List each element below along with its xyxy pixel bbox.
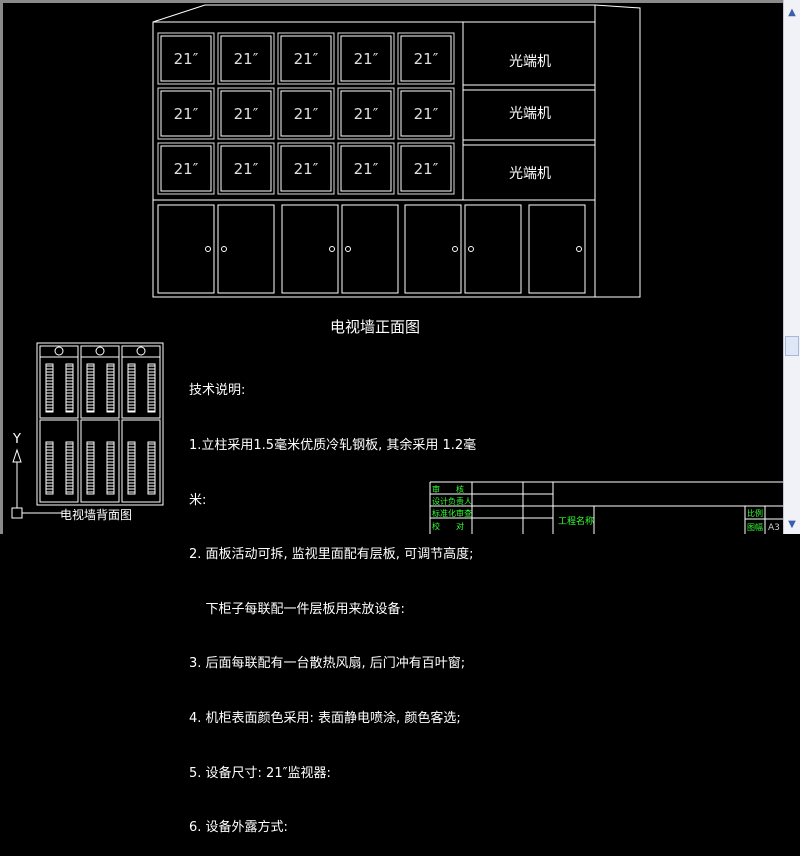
front-view-title: 电视墙正面图 — [330, 318, 420, 336]
front-view — [152, 4, 641, 298]
window-left-border — [0, 0, 3, 534]
monitor: 21″ — [397, 87, 455, 140]
ucs-origin-box — [11, 507, 23, 519]
door-knob — [452, 246, 458, 252]
monitor-size-label: 21″ — [414, 50, 439, 68]
monitor-size-label: 21″ — [234, 50, 259, 68]
louver-vent — [65, 441, 74, 495]
door-knob — [329, 246, 335, 252]
monitor-grid: 21″ 21″ 21″ 21″ 21″ 21″ 21″ 21″ 21″ 21″ 21″ 21″ 21″ 2… — [157, 32, 455, 195]
monitor: 21″ — [157, 87, 215, 140]
note-line: 5. 设备尺寸: 21″监视器: — [189, 765, 331, 781]
monitor-size-label: 21″ — [174, 160, 199, 178]
louver-vent — [86, 441, 95, 495]
notes-heading: 技术说明: — [189, 383, 246, 399]
monitor: 21″ — [397, 32, 455, 85]
louver-vent — [45, 441, 54, 495]
monitor-size-label: 21″ — [354, 105, 379, 123]
monitor-size-label: 21″ — [354, 50, 379, 68]
sheet-size-value: A3 — [768, 523, 780, 533]
title-block — [429, 481, 783, 534]
louver-vent — [127, 363, 136, 413]
door-knob — [221, 246, 227, 252]
louver-vent — [65, 363, 74, 413]
note-line: 6. 设备外露方式: — [189, 820, 288, 836]
scale-label: 比例 — [747, 508, 763, 518]
chevron-up-icon[interactable]: ▲ — [785, 6, 799, 20]
louver-vent — [127, 441, 136, 495]
monitor-size-label: 21″ — [414, 105, 439, 123]
monitor: 21″ — [337, 142, 395, 195]
monitor-size-label: 21″ — [414, 160, 439, 178]
y-axis-label: Y — [12, 432, 21, 447]
monitor: 21″ — [277, 87, 335, 140]
note-line: 4. 机柜表面颜色采用: 表面静电喷涂, 颜色客选; — [189, 710, 461, 726]
fan-icon — [54, 346, 64, 356]
lower-doors — [157, 204, 586, 294]
monitor: 21″ — [217, 87, 275, 140]
door-knob — [345, 246, 351, 252]
door-knob — [468, 246, 474, 252]
note-line: 3. 后面每联配有一台散热风扇, 后门冲有百叶窗; — [189, 656, 466, 672]
monitor: 21″ — [217, 142, 275, 195]
monitor: 21″ — [337, 87, 395, 140]
monitor-size-label: 21″ — [294, 50, 319, 68]
monitor: 21″ — [397, 142, 455, 195]
note-line: 1.立柱采用1.5毫米优质冷轧钢板, 其余采用 1.2毫 — [189, 438, 477, 453]
monitor: 21″ — [157, 142, 215, 195]
vertical-scrollbar[interactable]: ▲ ▼ — [783, 0, 800, 534]
louver-vent — [106, 441, 115, 495]
monitor: 21″ — [277, 142, 335, 195]
louver-vent — [45, 363, 54, 413]
note-line: 米: — [189, 492, 207, 508]
monitor-size-label: 21″ — [294, 160, 319, 178]
monitor-size-label: 21″ — [234, 160, 259, 178]
monitor-size-label: 21″ — [354, 160, 379, 178]
chevron-down-icon[interactable]: ▼ — [785, 518, 799, 532]
y-axis-arrow — [12, 448, 22, 463]
louver-vent — [106, 363, 115, 413]
note-line: 下柜子每联配一件层板用来放设备: — [189, 601, 405, 617]
monitor: 21″ — [337, 32, 395, 85]
fan-icon — [95, 346, 105, 356]
back-view — [36, 342, 164, 506]
note-line: 2. 面板活动可拆, 监视里面配有层板, 可调节高度; — [189, 547, 474, 563]
monitor: 21″ — [277, 32, 335, 85]
optical-unit-label: 光端机 — [509, 54, 551, 70]
optical-unit-label: 光端机 — [509, 106, 551, 122]
back-view-outline — [36, 342, 164, 506]
monitor: 21″ — [157, 32, 215, 85]
louver-vent — [147, 441, 156, 495]
door-knob — [576, 246, 582, 252]
monitor: 21″ — [217, 32, 275, 85]
cabinet-perspective-outline — [152, 4, 641, 298]
back-view-title: 电视墙背面图 — [60, 507, 132, 522]
fan-icon — [136, 346, 146, 356]
louver-vent — [86, 363, 95, 413]
door-knob — [205, 246, 211, 252]
window-top-border — [0, 0, 783, 3]
sheet-size-label: 图幅 — [747, 522, 763, 532]
technical-notes: 技术说明: 1.立柱采用1.5毫米优质冷轧钢板, 其余采用 1.2毫 米: 2.… — [189, 346, 476, 856]
optical-unit-label: 光端机 — [509, 166, 551, 182]
monitor-size-label: 21″ — [174, 105, 199, 123]
louver-vent — [147, 363, 156, 413]
monitor-size-label: 21″ — [234, 105, 259, 123]
scrollbar-thumb[interactable] — [785, 336, 799, 356]
monitor-size-label: 21″ — [294, 105, 319, 123]
project-name-label: 工程名称 — [558, 515, 594, 527]
monitor-size-label: 21″ — [174, 50, 199, 68]
